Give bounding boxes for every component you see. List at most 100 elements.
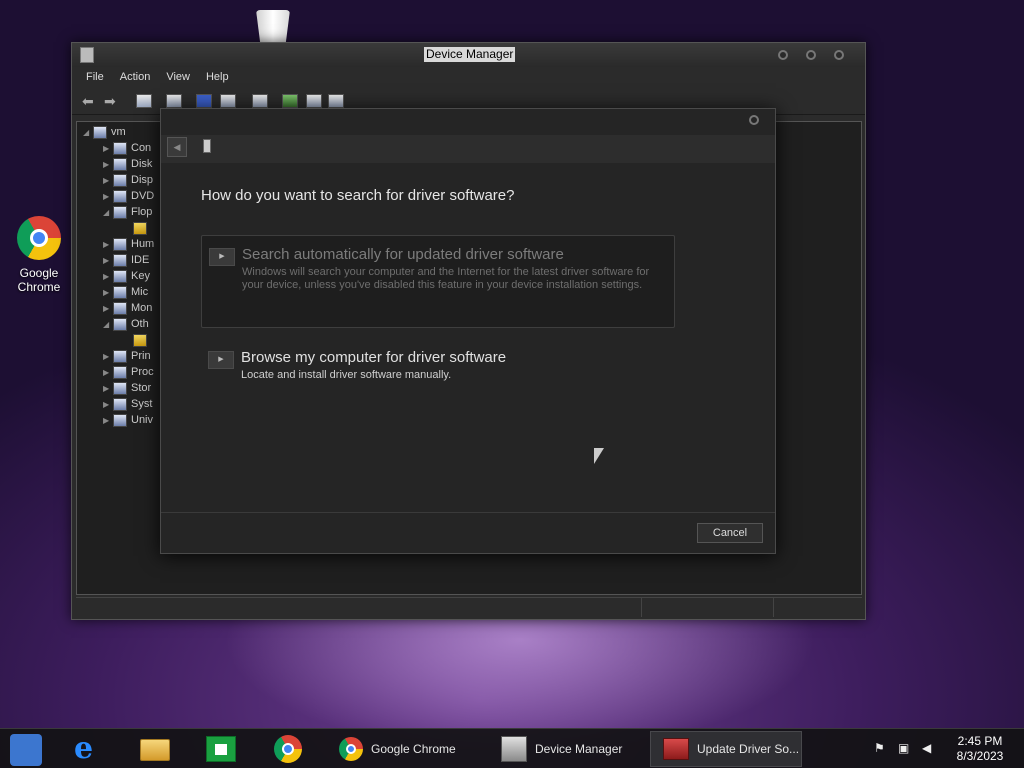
option-arrow-icon: ▶ [208,351,234,369]
collapse-arrow-icon[interactable]: ◢ [83,128,93,137]
volume-muted-icon[interactable]: ◀ [922,741,936,755]
tree-item-mice[interactable]: ▶ Mic [103,284,148,300]
cancel-button[interactable]: Cancel [697,523,763,543]
expand-arrow-icon[interactable]: ▶ [103,304,113,313]
dialog-navigation-bar: ◀ [161,135,775,163]
back-button[interactable]: ◀ [167,137,187,157]
taskbar-button-device-manager[interactable]: Device Manager [488,731,646,767]
back-arrow-icon[interactable]: ⬅ [82,94,98,108]
action-center-flag-icon[interactable]: ⚑ [874,741,888,755]
option-title: Browse my computer for driver software [241,349,507,366]
tree-item-label: Key [131,270,150,282]
search-automatically-option[interactable]: ▶ Search automatically for updated drive… [201,235,675,328]
expand-arrow-icon[interactable]: ▶ [103,400,113,409]
option-arrow-icon: ▶ [209,248,235,266]
tree-item-label: IDE [131,254,150,266]
tree-item-unknown-device[interactable] [133,332,151,348]
device-manager-icon [501,736,527,762]
recycle-bin-icon[interactable] [256,10,290,42]
expand-arrow-icon[interactable]: ▶ [103,272,113,281]
usb-icon [113,413,127,427]
tree-item-system-devices[interactable]: ▶ Syst [103,396,152,412]
properties-icon[interactable] [166,94,182,108]
collapse-arrow-icon[interactable]: ◢ [103,208,113,217]
expand-arrow-icon[interactable]: ▶ [103,368,113,377]
expand-arrow-icon[interactable]: ▶ [103,160,113,169]
show-hide-action-pane-icon[interactable] [220,94,236,108]
tree-item-computer[interactable]: ◢ vm [83,124,126,140]
file-explorer-icon[interactable] [140,739,170,761]
tree-item-other-devices[interactable]: ◢ Oth [103,316,149,332]
menu-action[interactable]: Action [120,67,159,89]
tree-item-computer-category[interactable]: ▶ Con [103,140,151,156]
taskbar-button-google-chrome[interactable]: Google Chrome [326,731,484,767]
forward-arrow-icon[interactable]: ➡ [104,94,120,108]
store-icon[interactable] [206,736,236,762]
tree-item-monitors[interactable]: ▶ Mon [103,300,152,316]
tree-item-label: Hum [131,238,155,250]
tree-item-label: Disp [131,174,154,186]
tree-item-disk-drives[interactable]: ▶ Disk [103,156,152,172]
menu-bar: File Action View Help [72,67,865,89]
taskbar-button-update-driver[interactable]: Update Driver So... [650,731,802,767]
tree-item-usb-controllers[interactable]: ▶ Univ [103,412,153,428]
tree-item-human-interface[interactable]: ▶ Hum [103,236,154,252]
minimize-button[interactable] [778,50,788,60]
expand-arrow-icon[interactable]: ▶ [103,416,113,425]
system-clock[interactable]: 2:45 PM 8/3/2023 [950,734,1010,764]
uninstall-device-icon[interactable] [328,94,344,108]
tree-item-keyboards[interactable]: ▶ Key [103,268,150,284]
device-manager-titlebar[interactable]: Device Manager [72,43,865,67]
menu-view[interactable]: View [166,67,198,89]
dvd-drive-icon [113,189,127,203]
option-title: Search automatically for updated driver … [242,246,564,263]
maximize-button[interactable] [806,50,816,60]
tree-item-label: Oth [131,318,149,330]
expand-arrow-icon[interactable]: ▶ [103,192,113,201]
tree-item-label: Disk [131,158,153,170]
expand-arrow-icon[interactable]: ▶ [103,352,113,361]
collapse-arrow-icon[interactable]: ◢ [103,320,113,329]
dialog-close-button[interactable] [749,115,759,125]
network-disconnected-icon[interactable]: ▣ [898,741,912,755]
tree-item-ide-controllers[interactable]: ▶ IDE [103,252,149,268]
tree-item-floppy-device[interactable] [133,220,151,236]
tree-item-dvd-drives[interactable]: ▶ DVD [103,188,154,204]
expand-arrow-icon[interactable]: ▶ [103,384,113,393]
hid-icon [113,237,127,251]
chrome-icon [339,737,363,761]
chrome-pin[interactable] [274,735,304,765]
tree-item-storage-controllers[interactable]: ▶ Stor [103,380,151,396]
tree-item-display-adapters[interactable]: ▶ Disp [103,172,153,188]
internet-explorer-icon[interactable]: e [74,734,104,764]
system-device-icon [113,397,127,411]
clock-date: 8/3/2023 [956,749,1004,763]
tree-item-floppy-controllers[interactable]: ◢ Flop [103,204,152,220]
tree-item-label: Syst [131,398,153,410]
device-icon [203,139,211,153]
device-manager-icon [80,47,94,63]
scan-hardware-changes-icon[interactable] [252,94,268,108]
disable-device-icon[interactable] [306,94,322,108]
expand-arrow-icon[interactable]: ▶ [103,240,113,249]
menu-help[interactable]: Help [206,67,237,89]
processor-icon [113,365,127,379]
tree-item-processors[interactable]: ▶ Proc [103,364,154,380]
expand-arrow-icon[interactable]: ▶ [103,144,113,153]
expand-arrow-icon[interactable]: ▶ [103,256,113,265]
update-driver-icon[interactable] [282,94,298,108]
tree-item-print-queues[interactable]: ▶ Prin [103,348,151,364]
taskbar: e Google Chrome Device Manager Update Dr… [0,728,1024,768]
chrome-app-launcher-icon[interactable] [10,734,42,766]
desktop-icon-google-chrome[interactable]: Google Chrome [10,216,68,294]
close-button[interactable] [834,50,844,60]
status-cell [76,598,642,617]
menu-file[interactable]: File [86,67,112,89]
expand-arrow-icon[interactable]: ▶ [103,288,113,297]
expand-arrow-icon[interactable]: ▶ [103,176,113,185]
taskbar-button-label: Google Chrome [371,742,456,756]
help-icon[interactable] [196,94,212,108]
browse-computer-option[interactable]: ▶ Browse my computer for driver software… [201,339,675,395]
show-hide-console-tree-icon[interactable] [136,94,152,108]
tree-item-label: vm [111,126,126,138]
